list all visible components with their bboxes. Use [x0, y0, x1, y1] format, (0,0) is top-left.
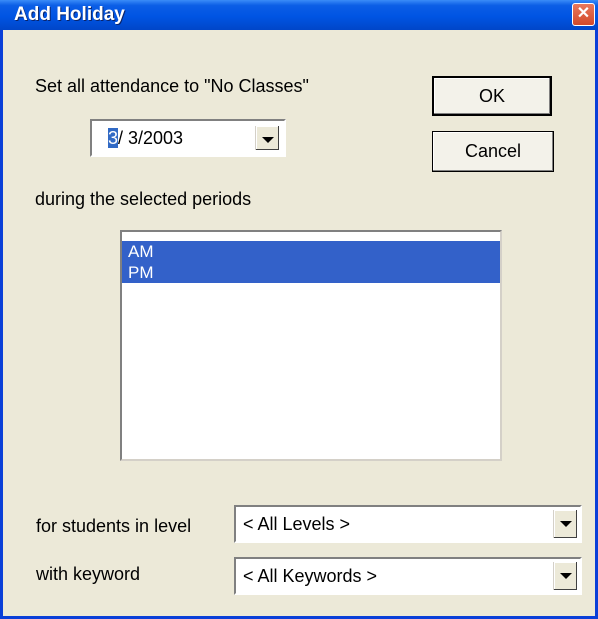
ok-button[interactable]: OK	[432, 76, 552, 116]
level-select[interactable]: < All Levels >	[234, 505, 582, 543]
date-dropdown-button[interactable]	[255, 126, 279, 150]
keyword-select-value: < All Keywords >	[243, 566, 378, 586]
keyword-label: with keyword	[36, 564, 141, 584]
title-bar[interactable]: Add Holiday ✕	[0, 0, 598, 30]
instruction-label: Set all attendance to "No Classes"	[35, 76, 309, 96]
level-label: for students in level	[36, 516, 192, 536]
close-icon: ✕	[576, 5, 591, 22]
cancel-button[interactable]: Cancel	[432, 131, 554, 172]
level-dropdown-button[interactable]	[553, 510, 577, 538]
keyword-select[interactable]: < All Keywords >	[234, 557, 582, 595]
periods-listbox[interactable]: AM PM	[120, 230, 502, 461]
date-value[interactable]: 3/ 3/2003	[108, 128, 183, 149]
list-item-am[interactable]: AM	[122, 241, 500, 262]
close-button[interactable]: ✕	[572, 3, 595, 26]
level-select-value: < All Levels >	[243, 514, 351, 534]
date-month-segment[interactable]: 3	[108, 128, 119, 148]
list-item-pm[interactable]: PM	[122, 262, 500, 283]
date-picker[interactable]: 3/ 3/2003	[90, 119, 286, 157]
keyword-dropdown-button[interactable]	[553, 562, 577, 590]
date-rest-segment: / 3/2003	[118, 128, 184, 148]
window-title: Add Holiday	[14, 4, 125, 25]
periods-label: during the selected periods	[35, 189, 252, 209]
